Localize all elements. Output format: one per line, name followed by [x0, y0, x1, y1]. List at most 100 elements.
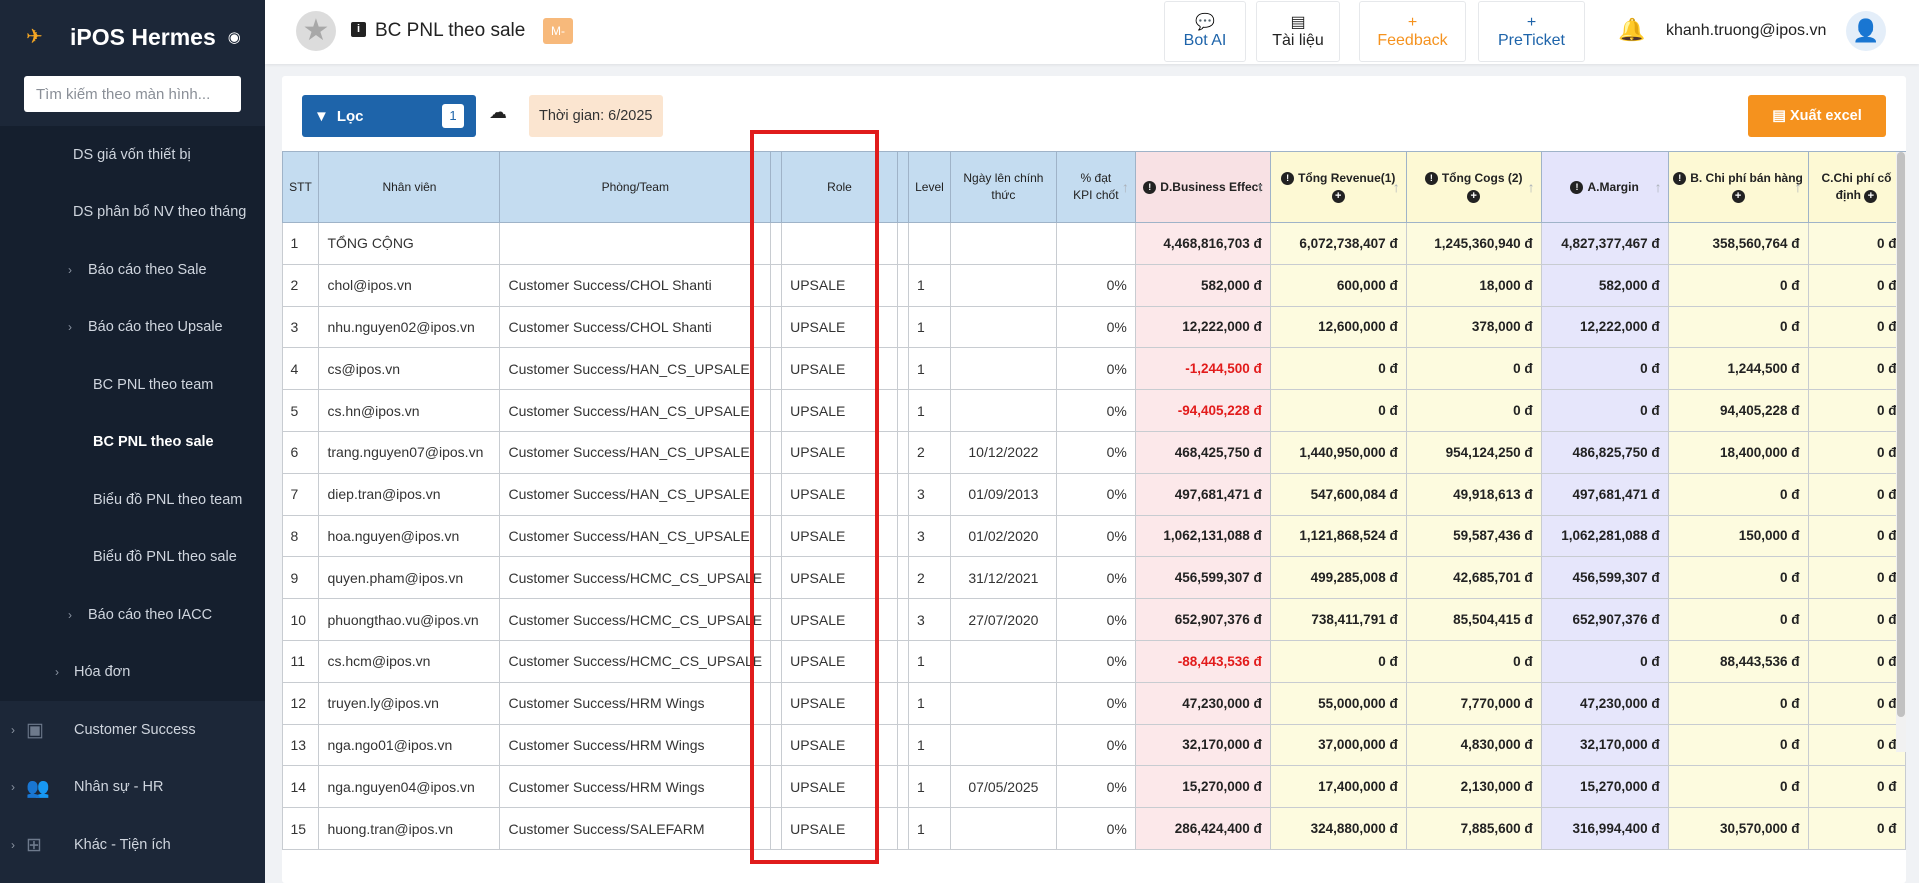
table-row[interactable]: 13 nga.ngo01@ipos.vn Customer Success/HRM … [282, 723, 1906, 767]
sidebar-item-bao-cao-iacc[interactable]: › Báo cáo theo IACC [0, 586, 265, 644]
filter-button[interactable]: ▼ Lọc 1 [302, 95, 476, 137]
sidebar-item-bieu-do-sale[interactable]: Biểu đồ PNL theo sale [0, 529, 265, 587]
sort-arrow-icon[interactable]: ↑ [1257, 179, 1264, 196]
cell-team: Customer Success/HRM Wings [499, 681, 772, 725]
sidebar-item-ds-gia-von[interactable]: DS giá vốn thiết bị [0, 126, 265, 184]
cell-selling-cost: 0 đ [1667, 723, 1809, 767]
info-icon[interactable]: ! [1673, 172, 1687, 186]
col-header-official-date[interactable]: Ngày lên chính thức [949, 151, 1057, 223]
avatar[interactable]: 👤 [1846, 11, 1886, 51]
cell-employee: diep.tran@ipos.vn [318, 472, 501, 516]
bot-ai-button[interactable]: 💬 Bot AI [1164, 1, 1246, 62]
sidebar-item-ds-phan-bo[interactable]: DS phân bổ NV theo tháng [0, 184, 265, 242]
col-header-revenue[interactable]: ! Tổng Revenue(1) + ↑ [1269, 151, 1407, 223]
table-row[interactable]: 15 huong.tran@ipos.vn Customer Success/SAL… [282, 807, 1906, 850]
sidebar-item-bieu-do-team[interactable]: Biểu đồ PNL theo team [0, 471, 265, 529]
table-row[interactable]: 5 cs.hn@ipos.vn Customer Success/HAN_CS_UP… [282, 389, 1906, 432]
cell-team: Customer Success/HAN_CS_UPSALE [499, 347, 772, 391]
cell-margin: 4,827,377,467 đ [1540, 222, 1669, 265]
table-row[interactable]: 9 quyen.pham@ipos.vn Customer Success/HCMC… [282, 556, 1906, 600]
sort-arrow-icon[interactable]: ↑ [1393, 179, 1400, 196]
cell-selling-cost: 0 đ [1667, 472, 1809, 516]
sort-arrow-icon[interactable]: ↑ [1795, 179, 1802, 196]
preticket-button[interactable]: + PreTicket [1478, 1, 1585, 62]
user-email[interactable]: khanh.truong@ipos.vn [1666, 22, 1826, 40]
col-header-kpi[interactable]: % đạt KPI chốt ↑ [1055, 151, 1136, 223]
cell-cogs: 2,130,000 đ [1405, 765, 1542, 809]
preticket-label: PreTicket [1498, 32, 1565, 49]
time-filter-chip[interactable]: Thời gian: 6/2025 [529, 95, 663, 137]
contact-card-icon: ▣ [26, 719, 44, 741]
cell-stt: 12 [282, 681, 320, 725]
chevron-right-icon: › [68, 320, 72, 335]
cell-gap [896, 263, 909, 307]
sidebar-group-customer-success[interactable]: › ▣ Customer Success [0, 701, 265, 759]
cell-level: 1 [907, 807, 951, 850]
cell-revenue: 37,000,000 đ [1269, 723, 1407, 767]
sidebar-search-input[interactable] [36, 85, 229, 103]
table-row[interactable]: 2 chol@ipos.vn Customer Success/CHOL Shant… [282, 263, 1906, 307]
sidebar-item-bc-pnl-team[interactable]: BC PNL theo team [0, 356, 265, 414]
export-excel-button[interactable]: ▤ Xuất excel [1748, 95, 1886, 137]
sidebar-group-hr[interactable]: › 👥 Nhân sự - HR [0, 759, 265, 817]
table-row[interactable]: 3 nhu.nguyen02@ipos.vn Customer Success/CH… [282, 305, 1906, 349]
col-header-cogs[interactable]: ! Tổng Cogs (2) + ↑ [1405, 151, 1542, 223]
bell-icon[interactable]: 🔔 [1618, 17, 1645, 43]
sidebar-item-bao-cao-sale[interactable]: › Báo cáo theo Sale [0, 241, 265, 299]
vertical-scrollbar[interactable] [1896, 152, 1906, 752]
cell-margin: 497,681,471 đ [1540, 472, 1669, 516]
info-icon[interactable]: ! [1570, 180, 1584, 194]
sidebar-item-label: Báo cáo theo IACC [88, 606, 213, 623]
cell-business-effect: 582,000 đ [1134, 263, 1271, 307]
sidebar-item-bc-pnl-sale[interactable]: BC PNL theo sale [0, 414, 265, 472]
table-row[interactable]: 7 diep.tran@ipos.vn Customer Success/HAN_C… [282, 472, 1906, 516]
sidebar-item-hoa-don[interactable]: › Hóa đơn [0, 644, 265, 702]
expand-plus-icon[interactable]: + [1864, 190, 1878, 203]
table-row[interactable]: 6 trang.nguyen07@ipos.vn Customer Success/… [282, 430, 1906, 474]
table-row[interactable]: 14 nga.nguyen04@ipos.vn Customer Success/H… [282, 765, 1906, 809]
table-row[interactable]: 11 cs.hcm@ipos.vn Customer Success/HCMC_CS… [282, 639, 1906, 683]
col-header-stt[interactable]: STT [282, 151, 320, 223]
cell-employee: cs.hn@ipos.vn [318, 389, 501, 432]
table-row[interactable]: 10 phuongthao.vu@ipos.vn Customer Success/… [282, 598, 1906, 641]
sidebar-item-bao-cao-upsale[interactable]: › Báo cáo theo Upsale [0, 299, 265, 357]
sort-arrow-icon[interactable]: ↑ [1122, 179, 1129, 196]
sort-arrow-icon[interactable]: ↑ [1528, 179, 1535, 196]
table-row[interactable]: 1 TỔNG CỘNG 4,468,816,703 đ 6,072,738,407 đ… [282, 222, 1906, 265]
sort-arrow-icon[interactable]: ↑ [1655, 179, 1662, 196]
col-header-fixed-cost[interactable]: C.Chi phí cố định + [1807, 151, 1906, 223]
col-header-team[interactable]: Phòng/Team [499, 151, 772, 223]
favorite-star-icon[interactable]: ★ [296, 11, 336, 51]
expand-plus-icon[interactable]: + [1731, 190, 1745, 203]
col-header-selling-cost[interactable]: ! B. Chi phí bán hàng + ↑ [1667, 151, 1809, 223]
info-icon[interactable]: i [351, 22, 366, 37]
cloud-download-icon[interactable]: ☁ [489, 102, 507, 123]
radio-dot-icon[interactable]: ◉ [228, 28, 241, 46]
col-header-margin[interactable]: ! A.Margin ↑ [1540, 151, 1669, 223]
table-row[interactable]: 8 hoa.nguyen@ipos.vn Customer Success/HAN_… [282, 514, 1906, 558]
info-icon[interactable]: ! [1281, 172, 1295, 186]
filter-count-badge: 1 [442, 104, 464, 128]
table-row[interactable]: 12 truyen.ly@ipos.vn Customer Success/HRM … [282, 681, 1906, 725]
cell-gap [896, 389, 909, 432]
scrollbar-thumb[interactable] [1897, 152, 1905, 717]
col-header-business-effect[interactable]: ! D.Business Effect ↑ [1134, 151, 1271, 223]
sidebar-item-label: Biểu đồ PNL theo team [93, 491, 243, 508]
cell-kpi: 0% [1055, 681, 1136, 725]
feedback-button[interactable]: + Feedback [1359, 1, 1466, 62]
expand-plus-icon[interactable]: + [1331, 190, 1345, 203]
cell-fixed-cost: 0 đ [1807, 347, 1906, 391]
col-header-employee[interactable]: Nhân viên [318, 151, 501, 223]
sidebar-group-tien-ich[interactable]: › ⊞ Khác - Tiện ích [0, 816, 265, 874]
docs-button[interactable]: ▤ Tài liệu [1256, 1, 1340, 62]
topbar: ★ i BC PNL theo sale M- 💬 Bot AI ▤ Tài l… [265, 0, 1919, 64]
table-row[interactable]: 4 cs@ipos.vn Customer Success/HAN_CS_UPSAL… [282, 347, 1906, 391]
cell-team: Customer Success/HAN_CS_UPSALE [499, 389, 772, 432]
cell-revenue: 0 đ [1269, 389, 1407, 432]
info-icon[interactable]: ! [1424, 172, 1438, 186]
cell-stt: 15 [282, 807, 320, 850]
info-icon[interactable]: ! [1143, 180, 1157, 194]
col-header-level[interactable]: Level [907, 151, 951, 223]
sidebar-search[interactable] [24, 76, 241, 112]
expand-plus-icon[interactable]: + [1467, 190, 1481, 203]
